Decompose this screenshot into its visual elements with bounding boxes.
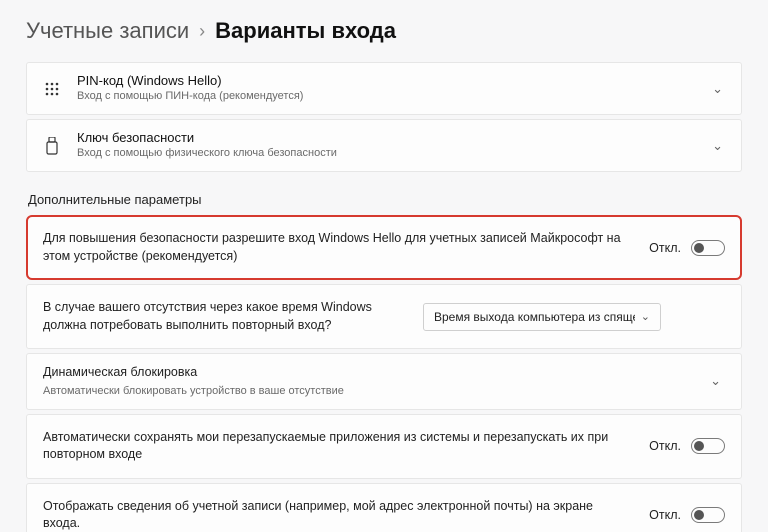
toggle-state-label: Откл. (649, 508, 681, 522)
option-pin[interactable]: PIN-код (Windows Hello) Вход с помощью П… (26, 62, 742, 115)
breadcrumb-parent[interactable]: Учетные записи (26, 18, 189, 44)
row-reauth: В случае вашего отсутствия через какое в… (26, 284, 742, 349)
row-restart-apps-text: Автоматически сохранять мои перезапускае… (43, 429, 649, 464)
row-dynamic-lock[interactable]: Динамическая блокировка Автоматически бл… (26, 353, 742, 410)
toggle-show-account[interactable] (691, 507, 725, 523)
section-additional-label: Дополнительные параметры (28, 192, 742, 207)
chevron-down-icon: ⌄ (708, 138, 727, 154)
toggle-state-label: Откл. (649, 439, 681, 453)
row-hello-only-text: Для повышения безопасности разрешите вхо… (43, 230, 649, 265)
row-dynamic-lock-title: Динамическая блокировка (43, 364, 690, 382)
row-reauth-text: В случае вашего отсутствия через какое в… (43, 299, 423, 334)
chevron-down-icon: ⌄ (706, 373, 725, 389)
option-pin-sub: Вход с помощью ПИН-кода (рекомендуется) (77, 90, 708, 104)
option-pin-title: PIN-код (Windows Hello) (77, 73, 708, 89)
chevron-right-icon: › (199, 21, 205, 42)
dropdown-reauth-value: Время выхода компьютера из спящего ре (434, 310, 635, 324)
breadcrumb: Учетные записи › Варианты входа (26, 18, 742, 44)
usb-key-icon (41, 137, 63, 155)
row-restart-apps: Автоматически сохранять мои перезапускае… (26, 414, 742, 479)
chevron-down-icon: ⌄ (641, 310, 650, 323)
dropdown-reauth-time[interactable]: Время выхода компьютера из спящего ре ⌄ (423, 303, 661, 331)
page-title: Варианты входа (215, 18, 396, 44)
toggle-restart-apps[interactable] (691, 438, 725, 454)
row-show-account-text: Отображать сведения об учетной записи (н… (43, 498, 649, 532)
option-security-key[interactable]: Ключ безопасности Вход с помощью физичес… (26, 119, 742, 172)
toggle-hello-only[interactable] (691, 240, 725, 256)
option-security-key-sub: Вход с помощью физического ключа безопас… (77, 147, 708, 161)
row-dynamic-lock-sub: Автоматически блокировать устройство в в… (43, 384, 690, 399)
chevron-down-icon: ⌄ (708, 81, 727, 97)
toggle-state-label: Откл. (649, 241, 681, 255)
keypad-icon (41, 81, 63, 97)
option-security-key-title: Ключ безопасности (77, 130, 708, 146)
row-show-account: Отображать сведения об учетной записи (н… (26, 483, 742, 532)
row-hello-only: Для повышения безопасности разрешите вхо… (26, 215, 742, 280)
